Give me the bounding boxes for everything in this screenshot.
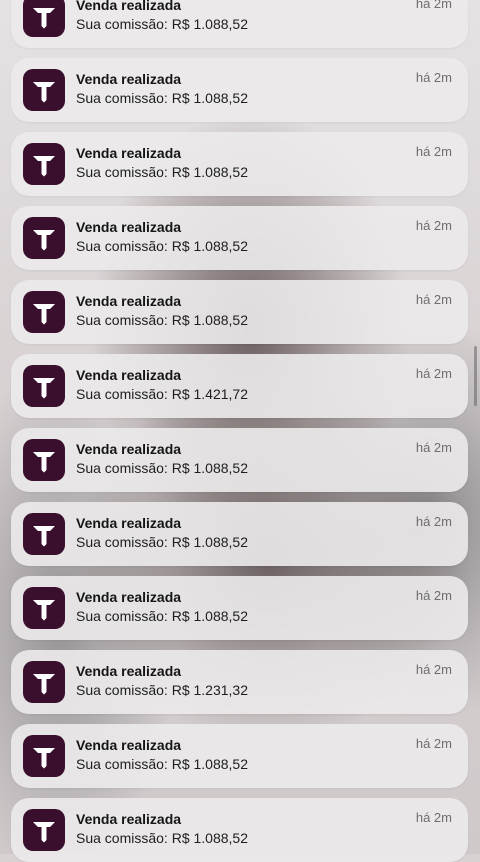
notification-title: Venda realizada [76,0,182,13]
notification-card[interactable]: Venda realizada Sua comissão: R$ 1.088,5… [11,206,468,270]
app-logo-icon [23,291,65,333]
notification-card[interactable]: Venda realizada Sua comissão: R$ 1.088,5… [11,428,468,492]
notification-card[interactable]: Venda realizada Sua comissão: R$ 1.421,7… [11,354,468,418]
notification-body: Sua comissão: R$ 1.088,52 [76,16,248,32]
notification-time: há 2m [415,810,452,825]
notification-time: há 2m [415,366,452,381]
app-logo-icon [23,439,65,481]
notification-body: Sua comissão: R$ 1.088,52 [76,830,248,846]
notification-body: Sua comissão: R$ 1.088,52 [76,460,248,476]
notification-title: Venda realizada [76,441,182,457]
notification-title: Venda realizada [76,515,182,531]
notification-card[interactable]: Venda realizada Sua comissão: R$ 1.088,5… [11,576,468,640]
notification-card[interactable]: Venda realizada Sua comissão: R$ 1.088,5… [11,132,468,196]
notification-title: Venda realizada [76,663,182,679]
notification-time: há 2m [415,736,452,751]
notification-title: Venda realizada [76,219,182,235]
app-logo-icon [23,69,65,111]
notification-time: há 2m [415,514,452,529]
notification-card[interactable]: Venda realizada Sua comissão: R$ 1.088,5… [11,502,468,566]
notification-time: há 2m [415,218,452,233]
notification-title: Venda realizada [76,367,182,383]
app-logo-icon [23,143,65,185]
notification-body: Sua comissão: R$ 1.088,52 [76,312,248,328]
app-logo-icon [23,809,65,851]
notification-title: Venda realizada [76,589,182,605]
notification-card[interactable]: Venda realizada Sua comissão: R$ 1.088,5… [11,798,468,862]
app-logo-icon [23,513,65,555]
app-logo-icon [23,735,65,777]
notification-body: Sua comissão: R$ 1.088,52 [76,608,248,624]
notification-body: Sua comissão: R$ 1.088,52 [76,534,248,550]
notification-body: Sua comissão: R$ 1.088,52 [76,756,248,772]
notification-title: Venda realizada [76,737,182,753]
notification-time: há 2m [415,70,452,85]
notification-body: Sua comissão: R$ 1.231,32 [76,682,248,698]
notification-body: Sua comissão: R$ 1.088,52 [76,164,248,180]
notification-body: Sua comissão: R$ 1.088,52 [76,238,248,254]
notification-time: há 2m [415,0,452,11]
notification-card[interactable]: Venda realizada Sua comissão: R$ 1.231,3… [11,650,468,714]
notification-time: há 2m [415,662,452,677]
scrollbar[interactable] [474,346,477,406]
notification-card[interactable]: Venda realizada Sua comissão: R$ 1.088,5… [11,280,468,344]
notification-title: Venda realizada [76,293,182,309]
notification-time: há 2m [415,292,452,307]
app-logo-icon [23,365,65,407]
notification-title: Venda realizada [76,145,182,161]
notification-time: há 2m [415,144,452,159]
notification-card[interactable]: Venda realizada Sua comissão: R$ 1.088,5… [11,0,468,48]
notification-card[interactable]: Venda realizada Sua comissão: R$ 1.088,5… [11,58,468,122]
app-logo-icon [23,0,65,37]
notification-time: há 2m [415,440,452,455]
notification-body: Sua comissão: R$ 1.088,52 [76,90,248,106]
notification-body: Sua comissão: R$ 1.421,72 [76,386,248,402]
notification-title: Venda realizada [76,71,182,87]
notification-card[interactable]: Venda realizada Sua comissão: R$ 1.088,5… [11,724,468,788]
app-logo-icon [23,661,65,703]
notification-time: há 2m [415,588,452,603]
app-logo-icon [23,217,65,259]
notification-title: Venda realizada [76,811,182,827]
app-logo-icon [23,587,65,629]
